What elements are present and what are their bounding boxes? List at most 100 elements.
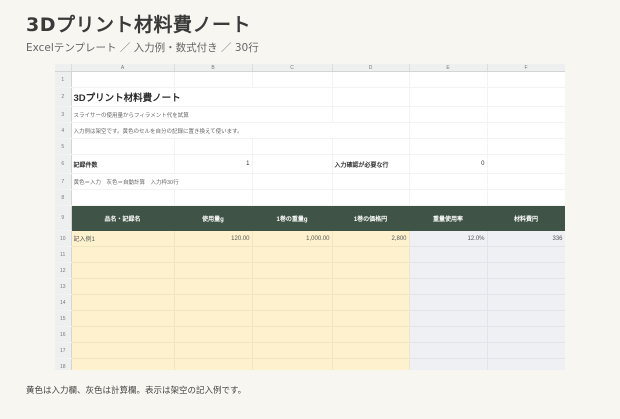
table-header-material-cost[interactable]: 材料費円 [487,205,565,231]
cell[interactable] [252,71,333,88]
calc-cell[interactable] [409,342,488,359]
input-cell[interactable] [71,294,175,311]
input-cell[interactable] [174,358,253,370]
calc-cell[interactable] [487,278,565,295]
column-header-c[interactable]: C [252,64,333,72]
row-number[interactable]: 2 [55,87,72,107]
row-number[interactable]: 15 [55,310,72,327]
calc-cell[interactable] [487,246,565,263]
cell[interactable] [252,189,333,206]
input-cell[interactable] [71,310,175,327]
cell[interactable] [71,138,175,155]
row-number[interactable]: 11 [55,246,72,263]
cell[interactable] [252,138,333,155]
table-header-item-name[interactable]: 品名・記録名 [71,205,175,231]
cell[interactable] [332,106,410,123]
calc-cell[interactable] [409,278,488,295]
row-number[interactable]: 9 [55,205,72,231]
column-header-d[interactable]: D [332,64,410,72]
cell[interactable] [332,87,410,107]
cell[interactable] [409,138,488,155]
table-header-usage-ratio[interactable]: 重量使用率 [409,205,488,231]
calc-cell[interactable] [487,326,565,343]
record-count-label[interactable]: 記録件数 [71,154,175,174]
legend-cell[interactable]: 黄色＝入力 灰色＝自動計算 入力枠30行 [71,173,253,190]
calc-cell[interactable] [409,358,488,370]
cell[interactable] [174,138,253,155]
input-cell[interactable] [71,262,175,279]
cell[interactable] [487,87,565,107]
table-header-spool-price[interactable]: 1巻の価格円 [332,205,410,231]
sheet-title-cell[interactable]: 3Dプリント材料費ノート [71,87,333,107]
input-cell[interactable] [252,326,333,343]
note-cell[interactable]: 入力例は架空です。黄色のセルを自分の記録に置き換えて使います。 [71,122,410,139]
cell[interactable] [174,189,253,206]
input-cell[interactable] [71,342,175,359]
input-cell[interactable] [252,262,333,279]
record-count-value[interactable]: 1 [174,154,253,174]
input-cell[interactable] [174,310,253,327]
row-number[interactable]: 10 [55,230,72,247]
input-cell[interactable] [332,294,410,311]
cell[interactable] [409,71,488,88]
calc-cell[interactable] [487,342,565,359]
input-cell[interactable] [252,342,333,359]
row-number[interactable]: 3 [55,106,72,123]
row-number[interactable]: 4 [55,122,72,139]
cell[interactable] [487,71,565,88]
material-cost-cell[interactable]: 336 [487,230,565,247]
input-cell[interactable] [174,246,253,263]
table-header-usage[interactable]: 使用量g [174,205,253,231]
input-cell[interactable] [71,326,175,343]
input-cell[interactable] [71,278,175,295]
corner-cell[interactable] [55,64,72,72]
column-header-f[interactable]: F [487,64,565,72]
note-cell[interactable]: スライサーの使用量からフィラメント代を試算 [71,106,333,123]
calc-cell[interactable] [487,262,565,279]
cell[interactable] [409,106,488,123]
calc-cell[interactable] [487,358,565,370]
input-cell[interactable] [332,246,410,263]
input-cell[interactable] [252,358,333,370]
input-cell[interactable] [332,310,410,327]
input-cell[interactable] [252,294,333,311]
item-name-input[interactable]: 記入例1 [71,230,175,247]
input-cell[interactable] [71,358,175,370]
input-cell[interactable] [332,262,410,279]
input-cell[interactable] [252,310,333,327]
row-number[interactable]: 5 [55,138,72,155]
cell[interactable] [487,189,565,206]
input-cell[interactable] [332,278,410,295]
cell[interactable] [332,71,410,88]
cell[interactable] [174,71,253,88]
row-number[interactable]: 13 [55,278,72,295]
usage-ratio-cell[interactable]: 12.0% [409,230,488,247]
input-cell[interactable] [174,326,253,343]
cell[interactable] [409,173,488,190]
calc-cell[interactable] [409,326,488,343]
cell[interactable] [487,122,565,139]
row-number[interactable]: 7 [55,173,72,190]
calc-cell[interactable] [409,310,488,327]
spool-price-input[interactable]: 2,800 [332,230,410,247]
input-cell[interactable] [332,326,410,343]
input-cell[interactable] [252,246,333,263]
input-cell[interactable] [174,278,253,295]
calc-cell[interactable] [487,310,565,327]
cell[interactable] [252,154,333,174]
calc-cell[interactable] [409,262,488,279]
spreadsheet[interactable]: A B C D E F 1 2 3Dプリント材料費ノート 3 スライサーの使用量… [55,64,565,370]
confirm-value[interactable]: 0 [409,154,488,174]
row-number[interactable]: 6 [55,154,72,174]
cell[interactable] [71,71,175,88]
row-number[interactable]: 12 [55,262,72,279]
input-cell[interactable] [174,262,253,279]
row-number[interactable]: 17 [55,342,72,359]
calc-cell[interactable] [487,294,565,311]
input-cell[interactable] [71,246,175,263]
cell[interactable] [332,173,410,190]
calc-cell[interactable] [409,294,488,311]
cell[interactable] [252,173,333,190]
cell[interactable] [409,87,488,107]
cell[interactable] [487,154,565,174]
